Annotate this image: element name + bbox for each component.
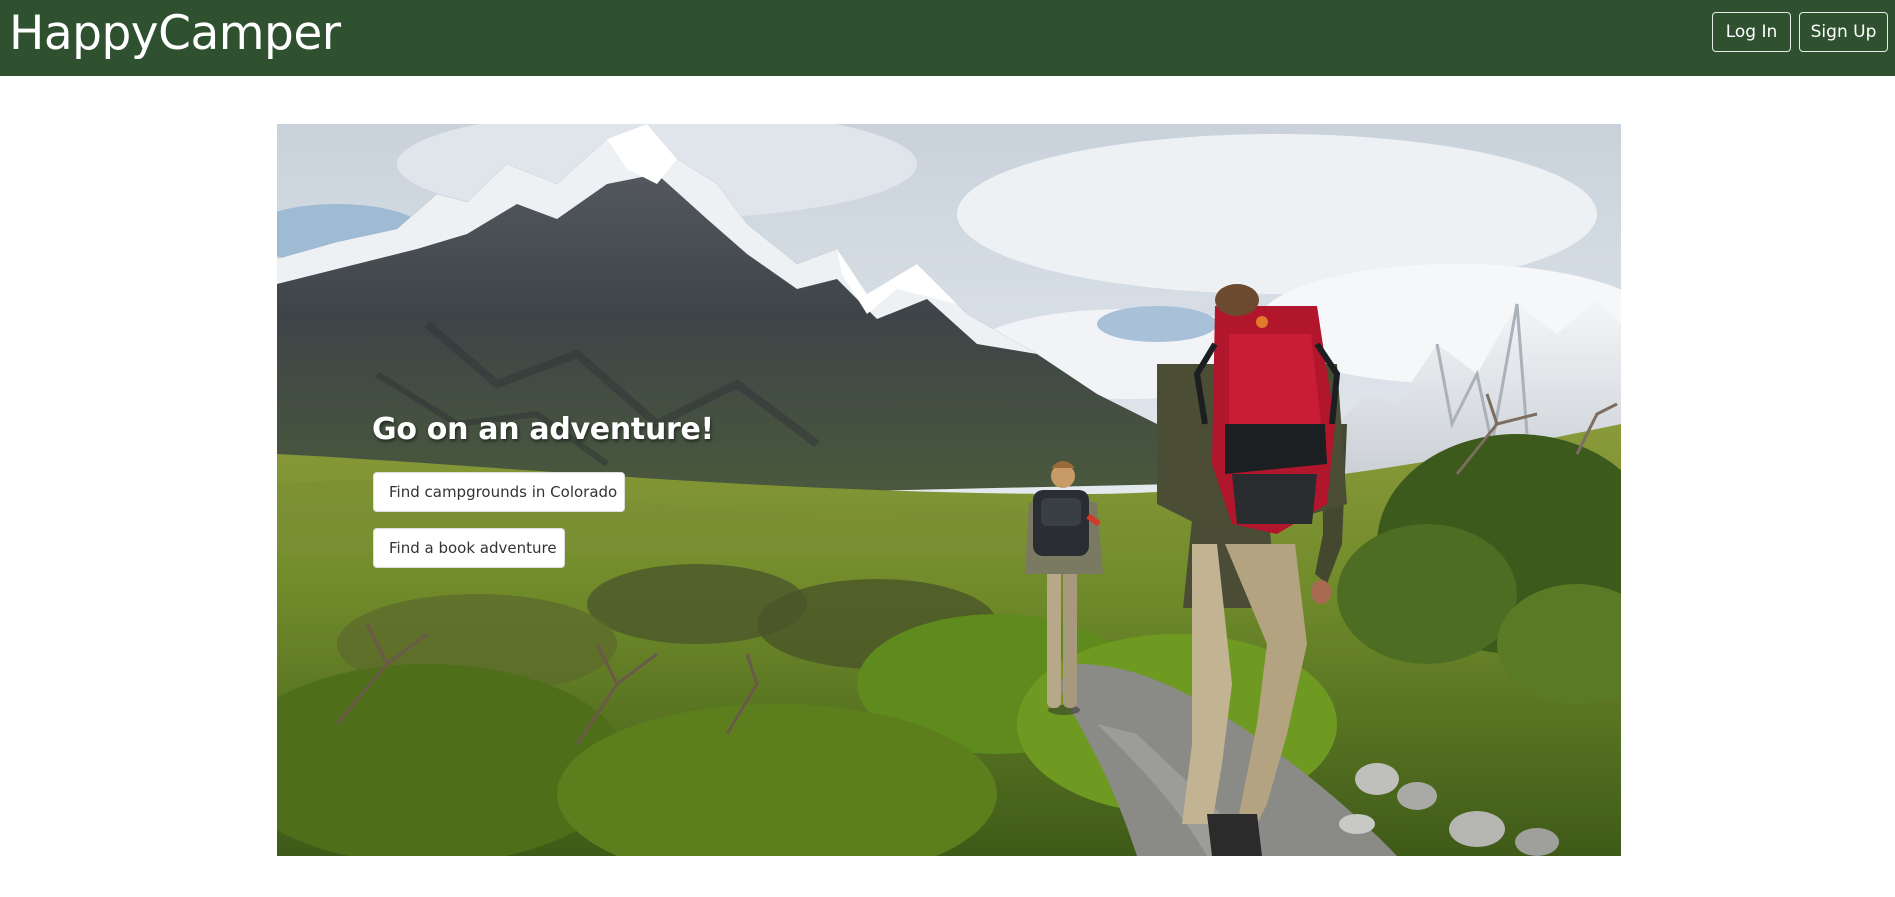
find-book-adventure-button[interactable]: Find a book adventure [373,528,565,568]
hero-banner: Go on an adventure! Find campgrounds in … [277,124,1621,856]
top-navbar: HappyCamper Log In Sign Up [0,0,1895,76]
brand-logo[interactable]: HappyCamper [9,6,341,62]
hero-title: Go on an adventure! [372,412,714,447]
login-button[interactable]: Log In [1712,12,1791,52]
signup-button[interactable]: Sign Up [1799,12,1888,52]
find-campgrounds-colorado-button[interactable]: Find campgrounds in Colorado [373,472,625,512]
